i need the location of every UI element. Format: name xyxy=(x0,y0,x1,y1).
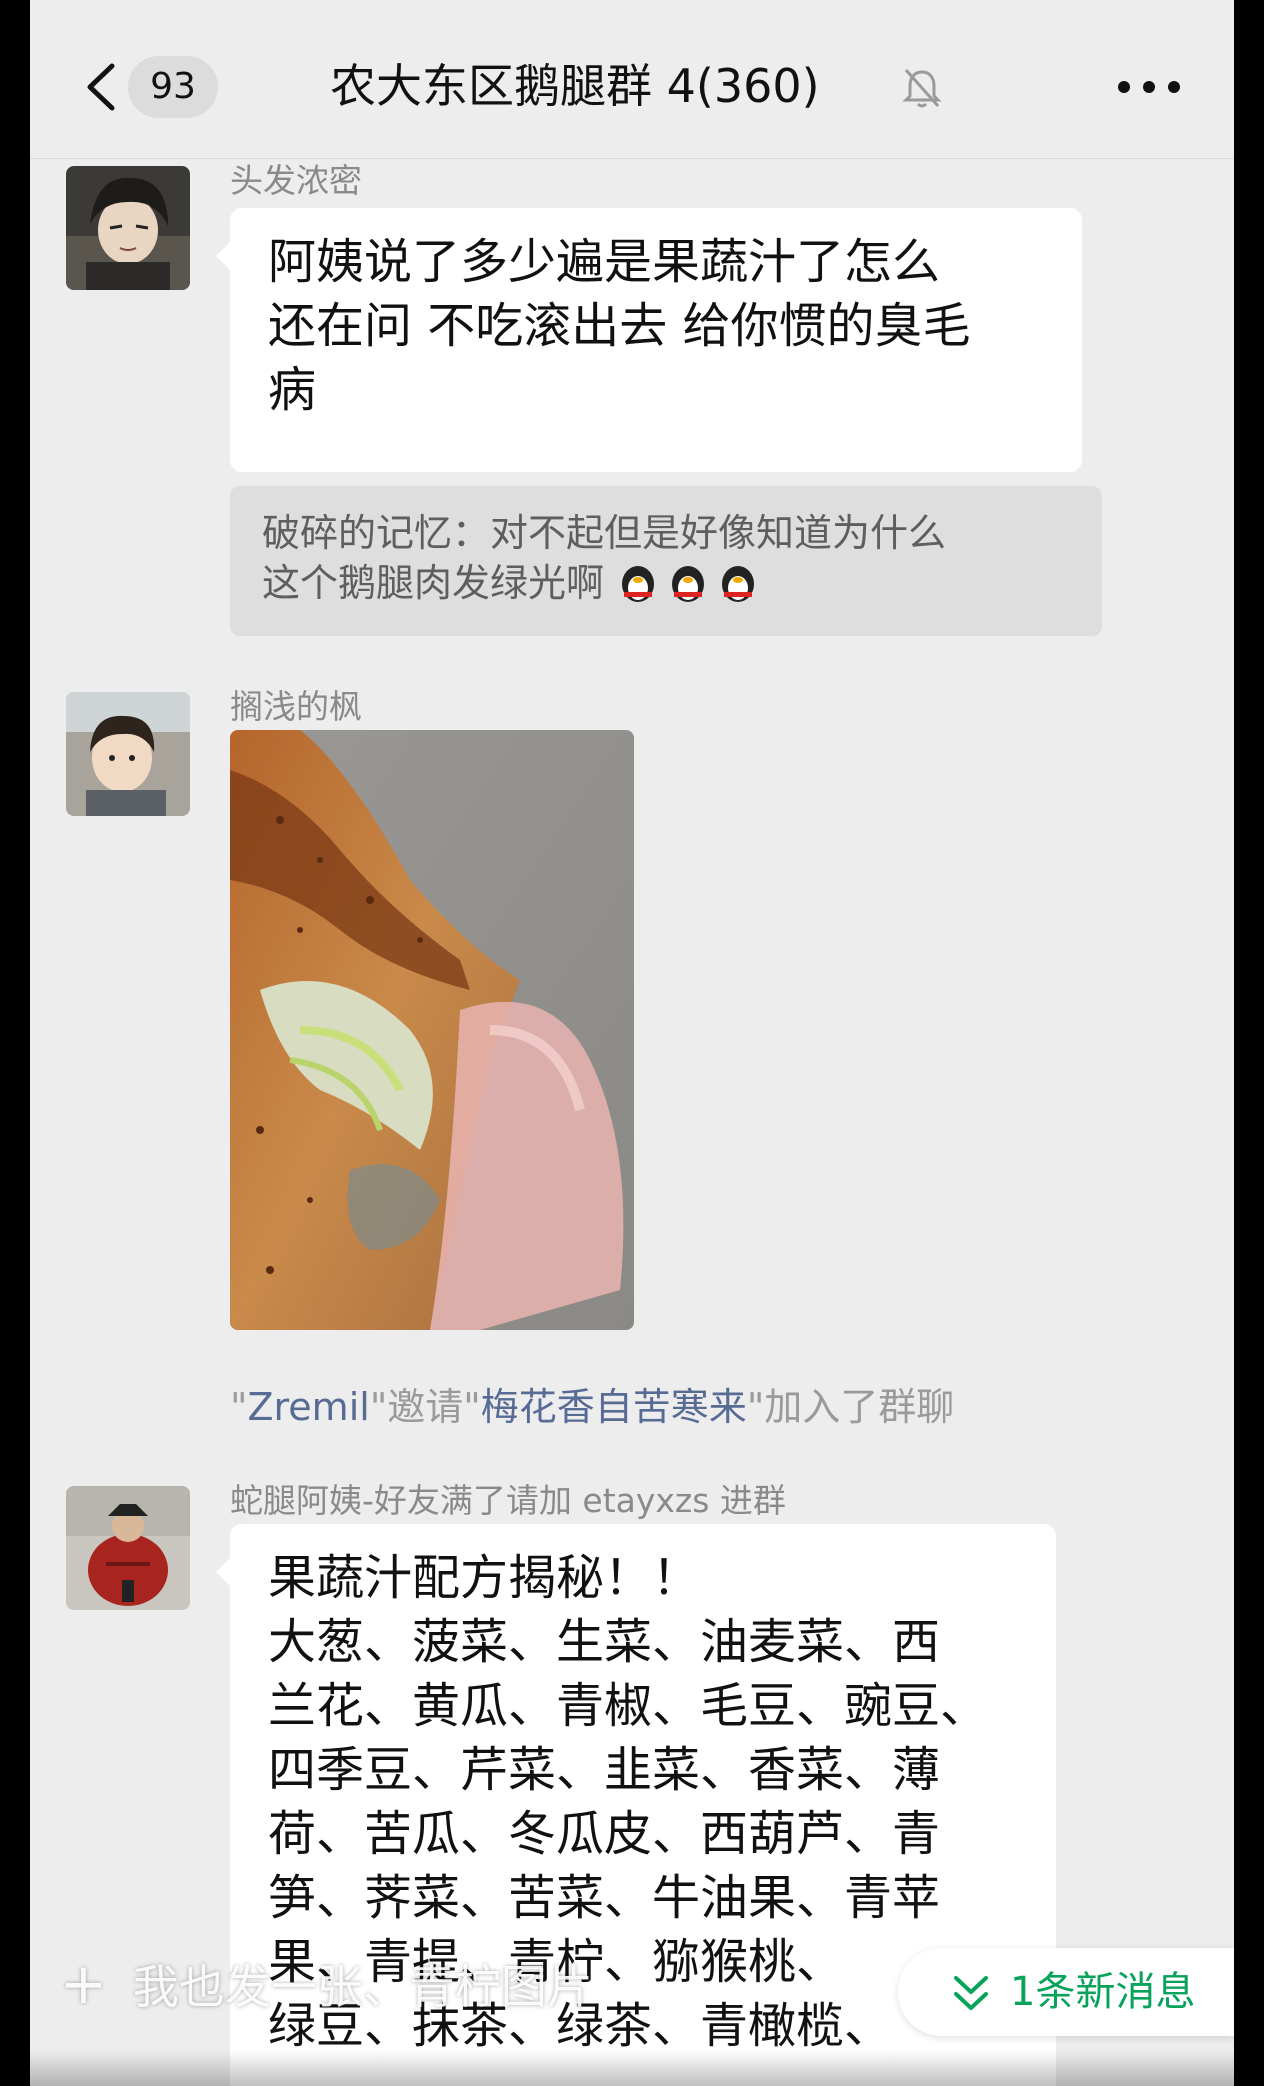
sender-name: 搁浅的枫 xyxy=(230,687,362,726)
quote-line: 破碎的记忆：对不起但是好像知道为什么 xyxy=(262,511,947,555)
more-options-icon[interactable] xyxy=(1114,72,1184,102)
message-line: 四季豆、芹菜、韭菜、香菜、薄 xyxy=(268,1742,941,1798)
quoted-message[interactable]: 破碎的记忆：对不起但是好像知道为什么 这个鹅腿肉发绿光啊 xyxy=(230,486,1102,636)
chat-header: 93 农大东区鹅腿群 4(360) xyxy=(30,0,1234,159)
message-line: 荷、苦瓜、冬瓜皮、西葫芦、青 xyxy=(268,1806,941,1862)
chat-title: 农大东区鹅腿群 4(360) xyxy=(330,59,820,113)
message-line: 兰花、黄瓜、青椒、毛豆、豌豆、 xyxy=(268,1678,989,1734)
inviter-link[interactable]: Zremil xyxy=(247,1385,369,1429)
chat-screen: 93 农大东区鹅腿群 4(360) 头发浓密 阿姨说了多少遍是果蔬汁了怎么 还在… xyxy=(30,0,1234,2086)
double-chevron-down-icon xyxy=(954,1976,988,2010)
video-caption-overlay: + 我也发一张、青柠图片 xyxy=(60,1940,960,2030)
message-bubble[interactable]: 阿姨说了多少遍是果蔬汁了怎么 还在问 不吃滚出去 给你惯的臭毛 病 xyxy=(216,208,1082,472)
message-line: 大葱、菠菜、生菜、油麦菜、西 xyxy=(268,1614,941,1670)
invitee-link[interactable]: 梅花香自苦寒来 xyxy=(481,1385,747,1429)
system-join-notice: "Zremil"邀请"梅花香自苦寒来"加入了群聊 xyxy=(230,1376,1130,1431)
sender-name: 蛇腿阿姨-好友满了请加 etayxzs 进群 xyxy=(230,1481,786,1520)
bottom-fade xyxy=(30,2050,1234,2086)
avatar-头发浓密[interactable] xyxy=(66,166,190,290)
penguin-emoji-icon xyxy=(622,566,755,602)
message-line: 还在问 不吃滚出去 给你惯的臭毛 xyxy=(268,298,971,354)
quote-line-with-emoji: 这个鹅腿肉发绿光啊 xyxy=(262,558,1070,608)
message-line: 阿姨说了多少遍是果蔬汁了怎么 xyxy=(268,234,941,290)
system-text: " xyxy=(230,1385,248,1429)
shared-photo[interactable] xyxy=(230,730,634,1330)
new-messages-button[interactable]: 1条新消息 xyxy=(898,1948,1234,2036)
message-line: 果蔬汁配方揭秘！！ xyxy=(268,1550,701,1606)
message-line: 笋、荠菜、苦菜、牛油果、青苹 xyxy=(268,1870,941,1926)
plus-icon: + xyxy=(60,1952,107,2017)
back-chevron-icon[interactable] xyxy=(82,62,122,112)
quote-line: 这个鹅腿肉发绿光啊 xyxy=(262,561,605,605)
system-text: "邀请" xyxy=(369,1385,481,1429)
mute-bell-icon xyxy=(902,69,942,108)
unread-count-badge[interactable]: 93 xyxy=(128,56,218,118)
avatar-蛇腿阿姨[interactable] xyxy=(66,1486,190,1610)
message-line: 病 xyxy=(268,362,317,418)
new-messages-label: 1条新消息 xyxy=(1010,1969,1196,2015)
system-text: "加入了群聊 xyxy=(746,1385,955,1429)
caption-text: 我也发一张、青柠图片 xyxy=(132,1960,593,2014)
avatar-搁浅的枫[interactable] xyxy=(66,692,190,816)
sender-name: 头发浓密 xyxy=(230,161,362,200)
